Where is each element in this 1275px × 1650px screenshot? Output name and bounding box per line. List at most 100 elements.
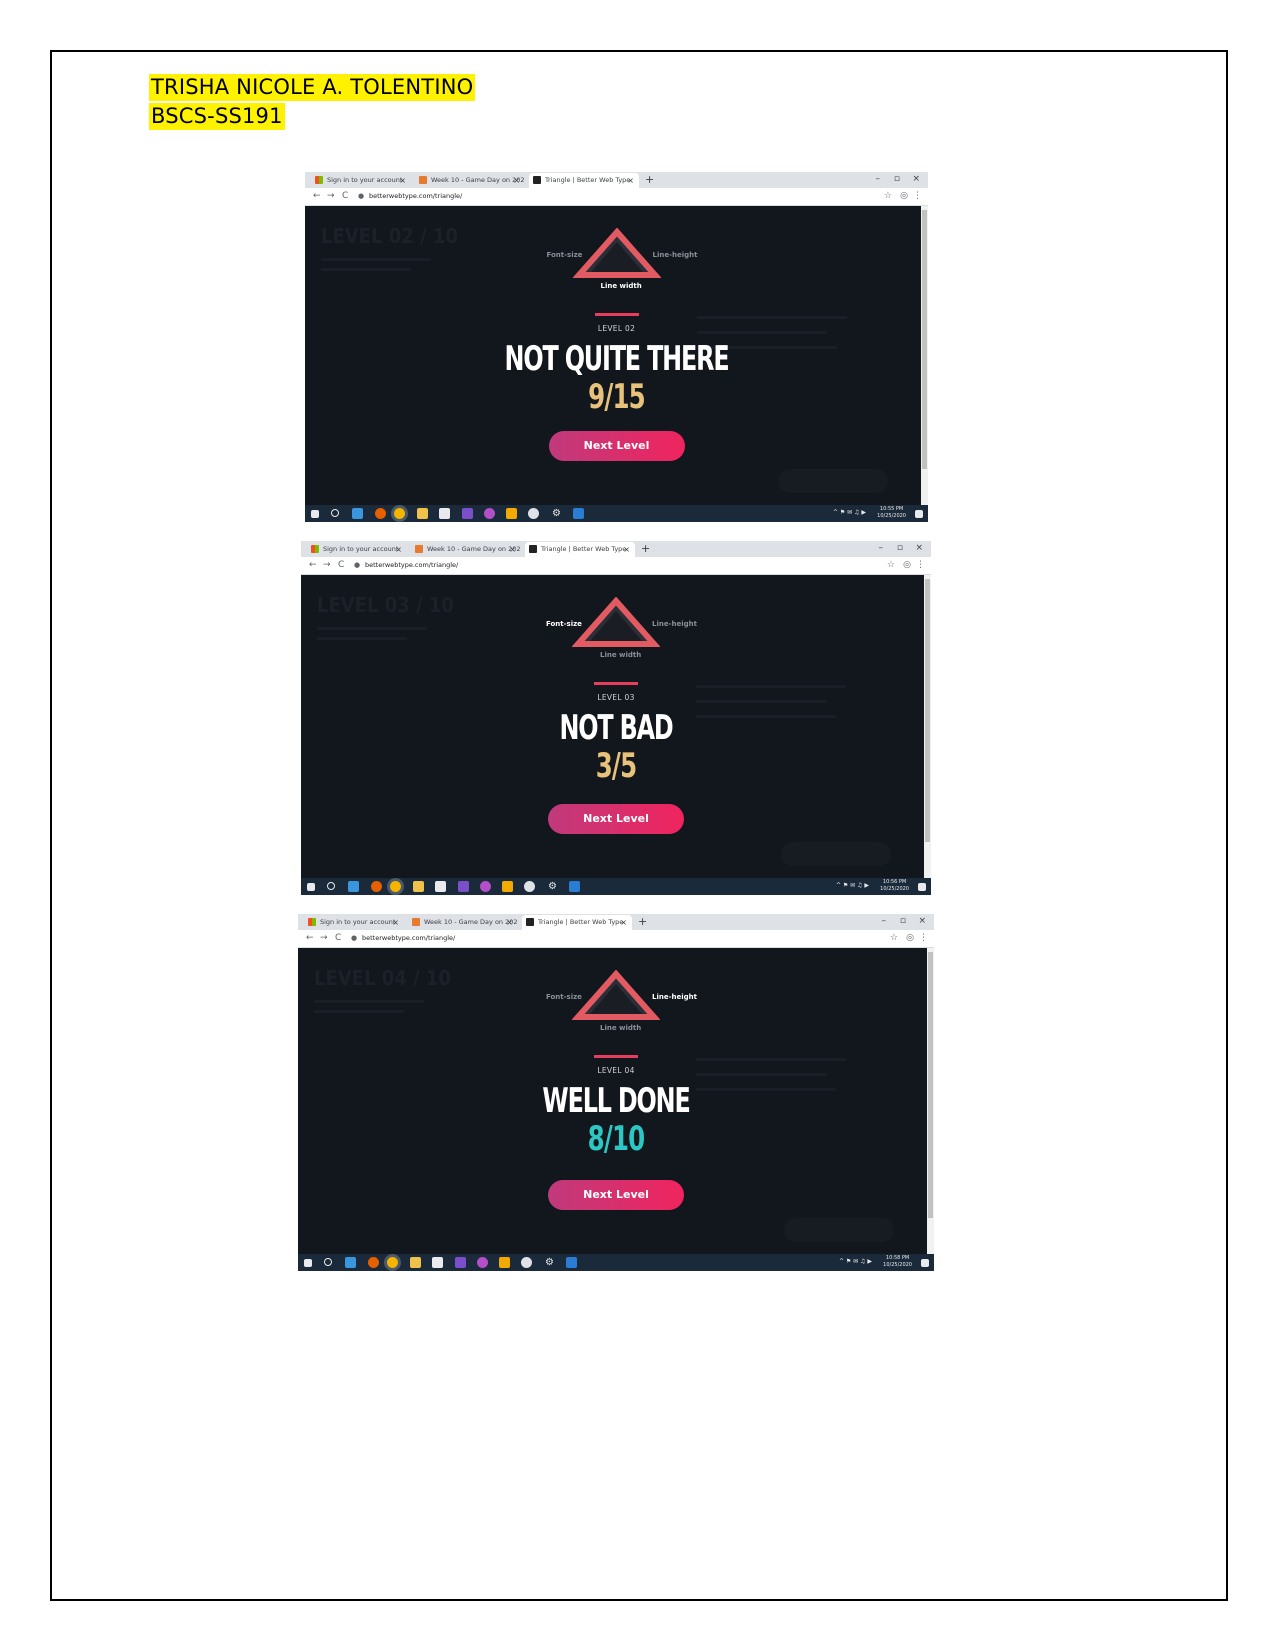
search-icon[interactable] [331, 509, 339, 517]
tab-close-icon[interactable]: × [399, 173, 406, 188]
tab-close-icon[interactable]: × [509, 542, 516, 557]
new-tab-button[interactable]: + [645, 172, 654, 188]
notification-icon[interactable] [921, 1259, 929, 1267]
store-icon[interactable] [435, 881, 446, 892]
search-icon[interactable] [327, 882, 335, 890]
back-icon[interactable]: ← [309, 557, 317, 574]
windows-start-icon[interactable] [311, 510, 319, 518]
forward-icon[interactable]: → [327, 188, 335, 205]
maximize-button[interactable]: ▫ [900, 914, 906, 929]
tab-week-10[interactable]: Week 10 - Game Day on 202071× [408, 915, 518, 930]
notification-icon[interactable] [915, 510, 923, 518]
extension-icon[interactable]: ◎ [900, 188, 908, 205]
tab-close-icon[interactable]: × [623, 542, 630, 557]
app-icon[interactable] [521, 1257, 532, 1268]
settings-icon[interactable]: ⚙ [544, 1257, 555, 1268]
new-tab-button[interactable]: + [641, 541, 650, 557]
close-window-button[interactable]: × [915, 541, 923, 556]
forward-icon[interactable]: → [323, 557, 331, 574]
scrollbar[interactable] [924, 575, 931, 878]
taskview-icon[interactable] [348, 881, 359, 892]
forward-icon[interactable]: → [320, 930, 328, 947]
scrollbar-thumb[interactable] [922, 210, 927, 469]
chrome-icon[interactable] [394, 508, 405, 519]
tab-close-icon[interactable]: × [620, 915, 627, 930]
onenote-icon[interactable] [458, 881, 469, 892]
star-icon[interactable]: ☆ [890, 930, 898, 947]
tab-week-10[interactable]: Week 10 - Game Day on 202071× [411, 542, 521, 557]
app-icon[interactable] [477, 1257, 488, 1268]
app-icon[interactable] [480, 881, 491, 892]
reload-icon[interactable]: C [342, 188, 348, 205]
file-explorer-icon[interactable] [410, 1257, 421, 1268]
menu-icon[interactable]: ⋮ [913, 188, 922, 205]
app-icon[interactable] [573, 508, 584, 519]
scrollbar[interactable] [927, 948, 934, 1254]
store-icon[interactable] [432, 1257, 443, 1268]
firefox-icon[interactable] [368, 1257, 379, 1268]
onenote-icon[interactable] [455, 1257, 466, 1268]
url-text[interactable]: betterwebtype.com/triangle/ [369, 188, 462, 205]
tab-close-icon[interactable]: × [513, 173, 520, 188]
menu-icon[interactable]: ⋮ [919, 930, 928, 947]
tab-close-icon[interactable]: × [627, 173, 634, 188]
windows-start-icon[interactable] [307, 883, 315, 891]
close-window-button[interactable]: × [912, 172, 920, 187]
maximize-button[interactable]: ▫ [894, 172, 900, 187]
url-text[interactable]: betterwebtype.com/triangle/ [362, 930, 455, 947]
tab-close-icon[interactable]: × [392, 915, 399, 930]
app-icon[interactable] [484, 508, 495, 519]
tab-close-icon[interactable]: × [506, 915, 513, 930]
minimize-button[interactable]: – [882, 914, 887, 929]
next-level-button[interactable]: Next Level [548, 431, 685, 461]
app-icon[interactable] [524, 881, 535, 892]
tab-week-10[interactable]: Week 10 - Game Day on 202071× [415, 173, 525, 188]
system-tray-icons[interactable]: ^ ⚑ ✉ ♫ ▶ [836, 882, 869, 889]
scrollbar-thumb[interactable] [928, 952, 933, 1218]
search-icon[interactable] [324, 1258, 332, 1266]
star-icon[interactable]: ☆ [884, 188, 892, 205]
chrome-icon[interactable] [387, 1257, 398, 1268]
file-explorer-icon[interactable] [413, 881, 424, 892]
back-icon[interactable]: ← [306, 930, 314, 947]
tab-triangle[interactable]: Triangle | Better Web Type × [529, 173, 639, 188]
taskbar-clock[interactable]: 10:56 PM 10/25/2020 [880, 879, 909, 893]
menu-icon[interactable]: ⋮ [916, 557, 925, 574]
chrome-icon[interactable] [390, 881, 401, 892]
close-window-button[interactable]: × [918, 914, 926, 929]
file-explorer-icon[interactable] [417, 508, 428, 519]
taskbar-clock[interactable]: 10:55 PM 10/25/2020 [877, 506, 906, 520]
maximize-button[interactable]: ▫ [897, 541, 903, 556]
reload-icon[interactable]: C [335, 930, 341, 947]
next-level-button[interactable]: Next Level [548, 804, 684, 834]
url-text[interactable]: betterwebtype.com/triangle/ [365, 557, 458, 574]
minimize-button[interactable]: – [876, 172, 881, 187]
extension-icon[interactable]: ◎ [903, 557, 911, 574]
extension-icon[interactable]: ◎ [906, 930, 914, 947]
app-icon[interactable] [528, 508, 539, 519]
system-tray-icons[interactable]: ^ ⚑ ✉ ♫ ▶ [833, 509, 866, 516]
app-icon[interactable] [499, 1257, 510, 1268]
settings-icon[interactable]: ⚙ [547, 881, 558, 892]
notification-icon[interactable] [918, 883, 926, 891]
onenote-icon[interactable] [462, 508, 473, 519]
tab-sign-in[interactable]: Sign in to your account × [307, 542, 407, 557]
scrollbar-thumb[interactable] [925, 579, 930, 842]
minimize-button[interactable]: – [879, 541, 884, 556]
windows-start-icon[interactable] [304, 1259, 312, 1267]
app-icon[interactable] [506, 508, 517, 519]
system-tray-icons[interactable]: ^ ⚑ ✉ ♫ ▶ [839, 1258, 872, 1265]
tab-sign-in[interactable]: Sign in to your account × [304, 915, 404, 930]
app-icon[interactable] [566, 1257, 577, 1268]
tab-close-icon[interactable]: × [395, 542, 402, 557]
settings-icon[interactable]: ⚙ [551, 508, 562, 519]
firefox-icon[interactable] [371, 881, 382, 892]
scrollbar[interactable] [921, 206, 928, 505]
back-icon[interactable]: ← [313, 188, 321, 205]
next-level-button[interactable]: Next Level [548, 1180, 684, 1210]
tab-sign-in[interactable]: Sign in to your account × [311, 173, 411, 188]
taskview-icon[interactable] [345, 1257, 356, 1268]
tab-triangle[interactable]: Triangle | Better Web Type × [522, 915, 632, 930]
firefox-icon[interactable] [375, 508, 386, 519]
new-tab-button[interactable]: + [638, 914, 647, 930]
